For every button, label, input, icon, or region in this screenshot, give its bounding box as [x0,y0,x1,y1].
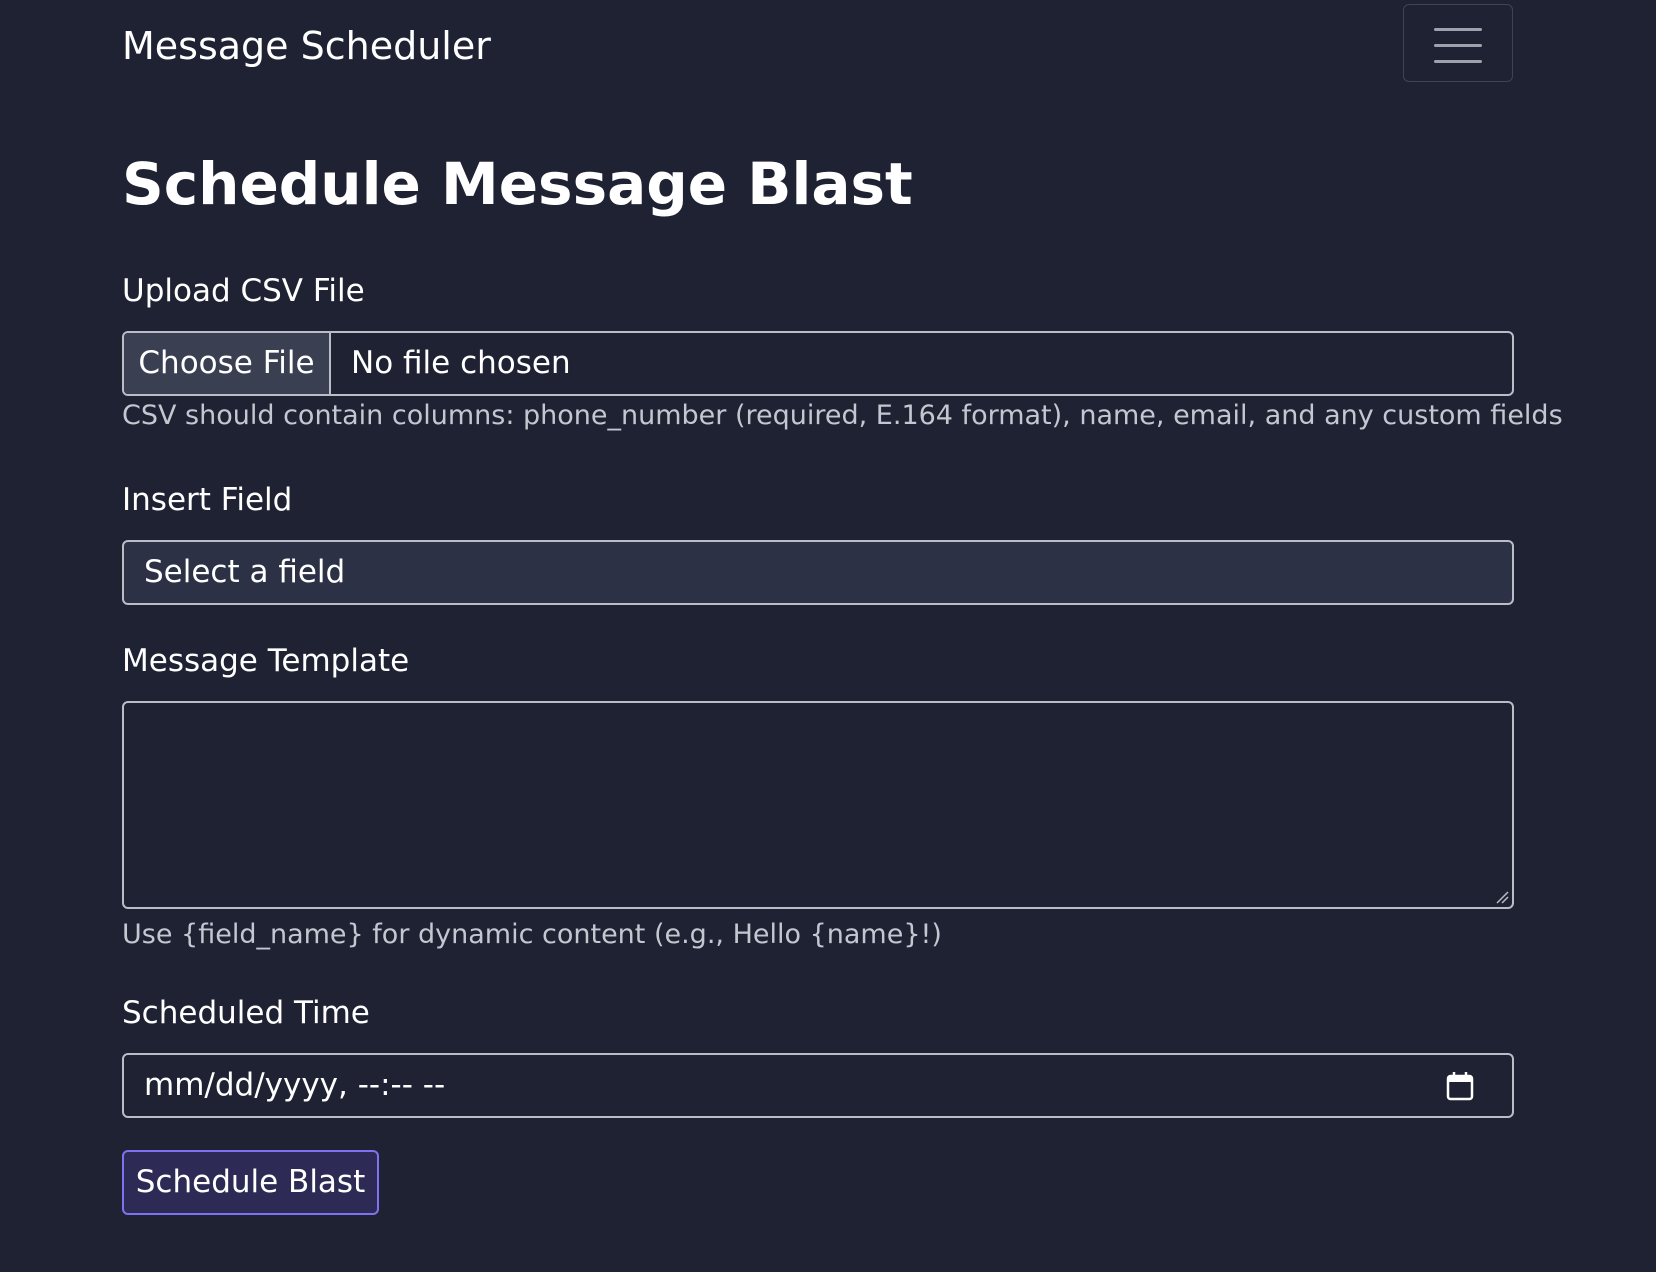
insert-field-label: Insert Field [122,482,293,518]
template-help-text: Use {field_name} for dynamic content (e.… [122,919,942,950]
csv-help-text: CSV should contain columns: phone_number… [122,400,1563,431]
page-title: Schedule Message Blast [122,150,913,218]
file-status-text: No file chosen [351,345,571,381]
scheduled-time-placeholder: mm/dd/yyyy, --:-- -- [144,1067,446,1103]
navbar-brand[interactable]: Message Scheduler [122,20,491,72]
resize-grip-icon[interactable] [1495,890,1509,904]
navbar-toggle-button[interactable] [1403,4,1513,82]
message-template-label: Message Template [122,643,410,679]
insert-field-select[interactable]: Select a field [122,540,1514,605]
choose-file-button[interactable]: Choose File [124,333,331,394]
csv-upload-label: Upload CSV File [122,273,365,309]
calendar-icon[interactable] [1446,1071,1474,1101]
hamburger-menu-icon [1434,28,1482,64]
schedule-blast-button[interactable]: Schedule Blast [122,1150,379,1215]
message-template-textarea[interactable] [122,701,1514,909]
scheduled-time-label: Scheduled Time [122,995,370,1031]
scheduled-time-input[interactable]: mm/dd/yyyy, --:-- -- [122,1053,1514,1118]
csv-file-input[interactable]: Choose File No file chosen [122,331,1514,396]
